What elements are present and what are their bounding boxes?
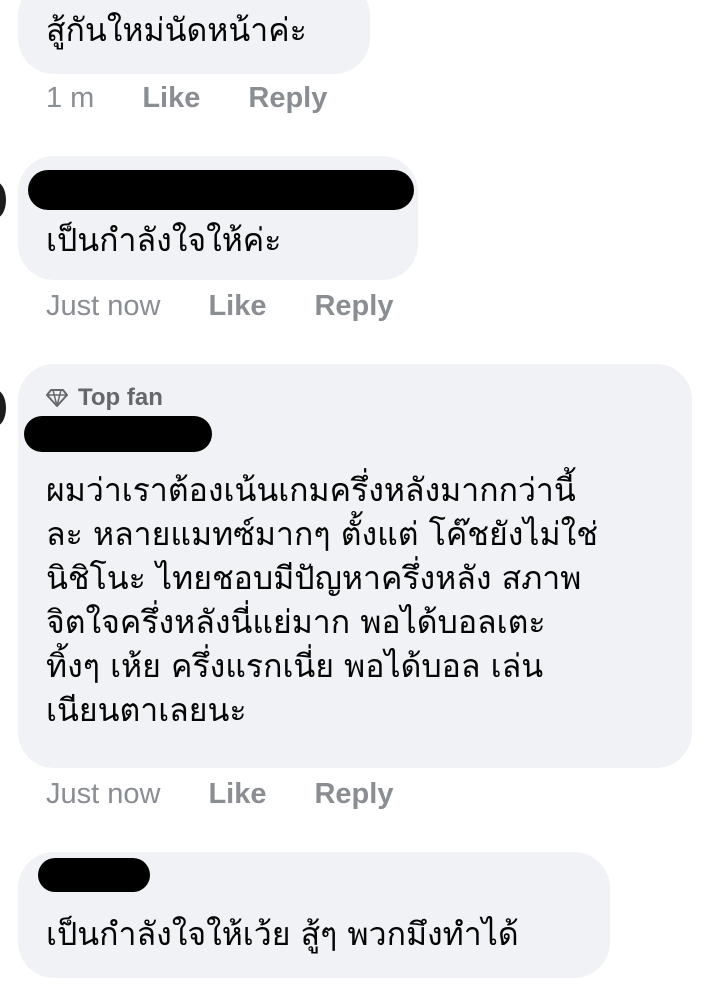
avatar[interactable] [0,390,6,426]
comment-timestamp: 1 m [46,82,95,114]
comment-timestamp: Just now [46,290,161,322]
like-button[interactable]: Like [142,82,200,115]
comment-actions: 1 m Like Reply [46,82,327,115]
comment-timestamp: Just now [46,778,161,810]
comment-text: สู้กันใหม่นัดหน้าค่ะ [46,11,307,49]
top-fan-label: Top fan [78,384,163,411]
reply-button[interactable]: Reply [314,290,393,323]
diamond-icon [46,389,68,407]
redacted-commenter-name [24,416,212,452]
redacted-commenter-name [38,858,150,892]
comment-text: ผมว่าเราต้องเน้นเกมครึ่งหลังมากกว่านี้ ล… [46,471,598,729]
redacted-commenter-name [28,170,414,210]
comment-text: เป็นกำลังใจให้เว้ย สู้ๆ พวกมึงทำได้ [46,915,519,953]
reply-button[interactable]: Reply [248,82,327,115]
like-button[interactable]: Like [208,290,266,323]
comment-text: เป็นกำลังใจให้ค่ะ [46,221,282,259]
like-button[interactable]: Like [208,778,266,811]
avatar[interactable] [0,182,6,218]
reply-button[interactable]: Reply [314,778,393,811]
comment-actions: Just now Like Reply [46,778,393,811]
comment-actions: Just now Like Reply [46,290,393,323]
top-fan-badge: Top fan [46,384,163,412]
